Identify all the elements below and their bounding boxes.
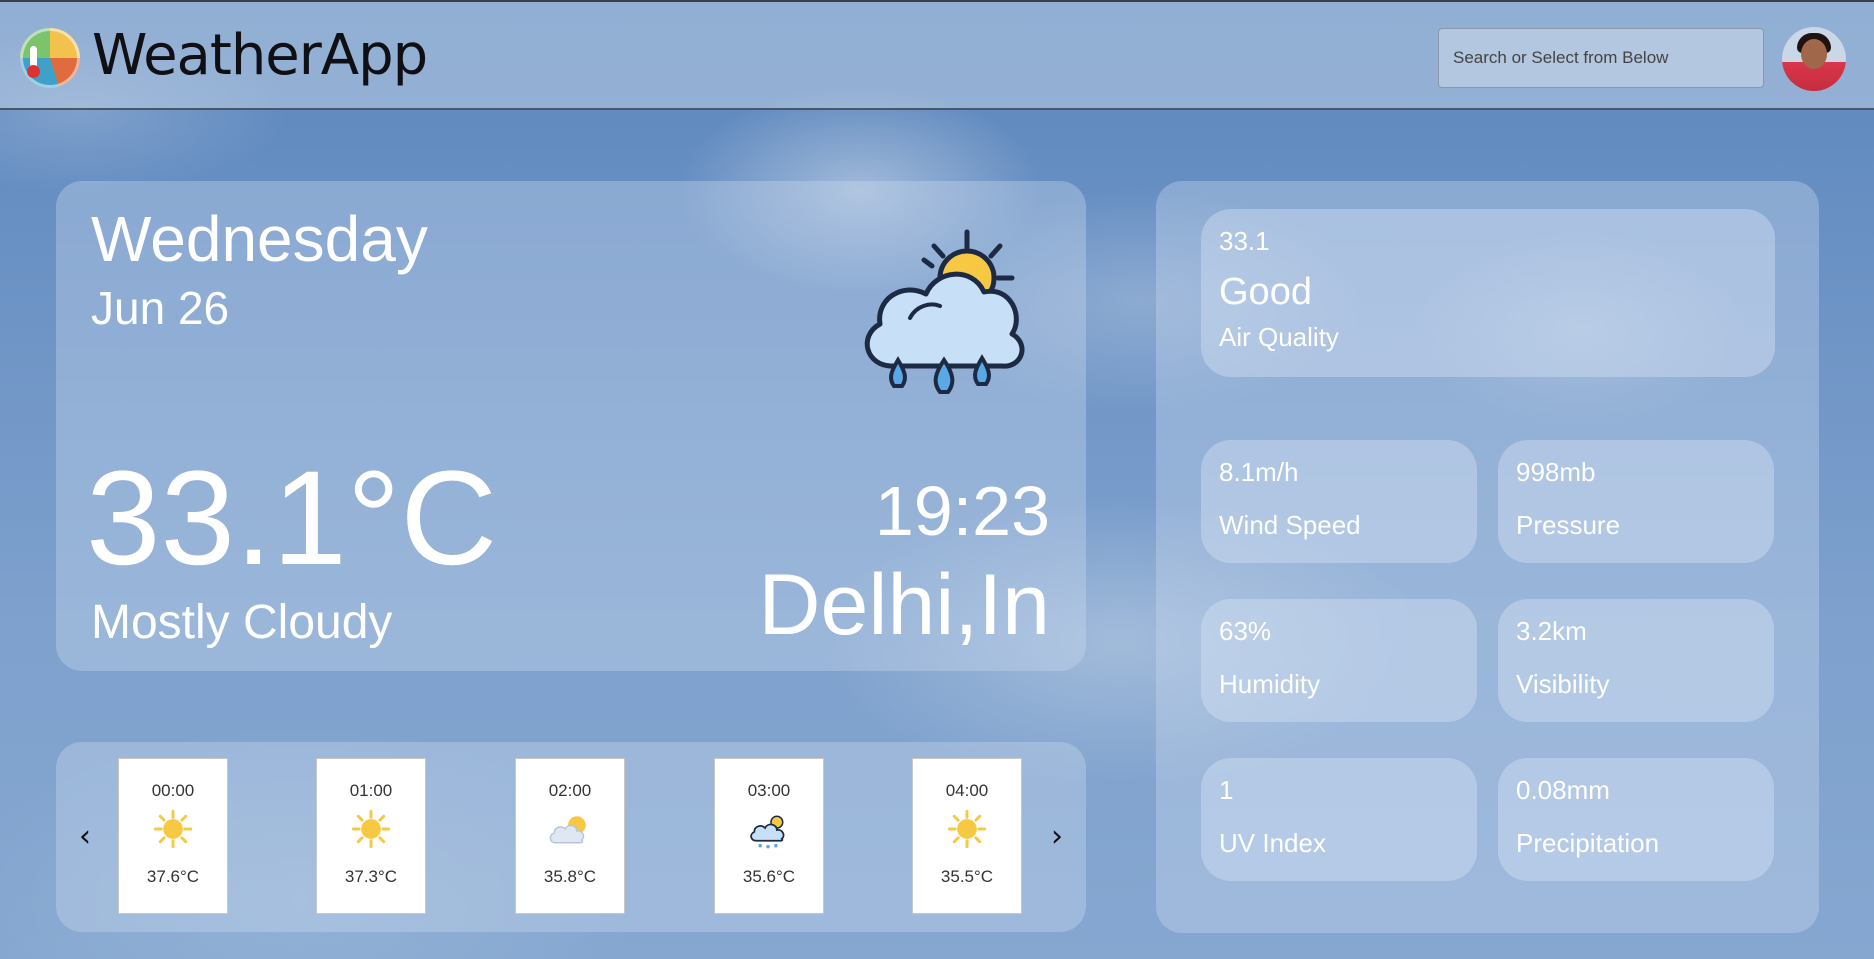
cloud-sun-rain-icon bbox=[750, 815, 785, 849]
current-temperature: 33.1°C bbox=[86, 444, 498, 593]
uv-index-value: 1 bbox=[1219, 775, 1234, 805]
visibility-label: Visibility bbox=[1516, 669, 1610, 699]
hour-temp: 35.5°C bbox=[940, 867, 994, 886]
hour-time: 02:00 bbox=[548, 781, 592, 800]
wind-speed-card: 8.1m/h Wind Speed bbox=[1201, 440, 1477, 563]
humidity-card: 63% Humidity bbox=[1201, 599, 1477, 722]
sun-icon bbox=[351, 809, 391, 849]
wind-speed-value: 8.1m/h bbox=[1219, 457, 1299, 487]
avatar[interactable] bbox=[1782, 27, 1846, 91]
humidity-value: 63% bbox=[1219, 616, 1272, 646]
local-time: 19:23 bbox=[874, 472, 1050, 550]
sun-icon bbox=[947, 809, 987, 849]
air-quality-rating: Good bbox=[1219, 271, 1312, 313]
weather-logo-icon bbox=[20, 28, 80, 88]
visibility-card: 3.2km Visibility bbox=[1498, 599, 1774, 722]
search-input[interactable] bbox=[1438, 28, 1764, 88]
hourly-card[interactable]: 01:00 37.3°C bbox=[316, 758, 426, 914]
hour-time: 01:00 bbox=[349, 781, 393, 800]
hour-temp: 35.6°C bbox=[742, 867, 796, 886]
weather-details-panel: 33.1 Good Air Quality 8.1m/h Wind Speed … bbox=[1156, 181, 1819, 933]
precipitation-card: 0.08mm Precipitation bbox=[1498, 758, 1774, 881]
wind-speed-label: Wind Speed bbox=[1219, 510, 1361, 540]
hourly-card[interactable]: 00:00 37.6°C bbox=[118, 758, 228, 914]
hour-time: 03:00 bbox=[747, 781, 791, 800]
weekday: Wednesday bbox=[91, 203, 428, 275]
current-weather-card: Wednesday Jun 26 33.1°C Mostly Cloudy 19… bbox=[56, 181, 1086, 671]
pressure-card: 998mb Pressure bbox=[1498, 440, 1774, 563]
air-quality-card: 33.1 Good Air Quality bbox=[1201, 209, 1775, 377]
hourly-card[interactable]: 04:00 35.5°C bbox=[912, 758, 1022, 914]
hour-temp: 37.6°C bbox=[146, 867, 200, 886]
pressure-label: Pressure bbox=[1516, 510, 1621, 540]
hour-time: 04:00 bbox=[945, 781, 989, 800]
hour-temp: 35.8°C bbox=[543, 867, 597, 886]
visibility-value: 3.2km bbox=[1516, 616, 1587, 646]
air-quality-value: 33.1 bbox=[1219, 226, 1270, 256]
hour-temp: 37.3°C bbox=[344, 867, 398, 886]
humidity-label: Humidity bbox=[1219, 669, 1321, 699]
cloud-sun-rain-icon bbox=[864, 229, 1025, 394]
hourly-card[interactable]: 02:00 35.8°C bbox=[515, 758, 625, 914]
hour-time: 00:00 bbox=[151, 781, 195, 800]
uv-index-label: UV Index bbox=[1219, 828, 1326, 858]
app-title: WeatherApp bbox=[92, 23, 428, 88]
weather-condition: Mostly Cloudy bbox=[91, 596, 393, 649]
precipitation-value: 0.08mm bbox=[1516, 775, 1610, 805]
location-name: Delhi,In bbox=[758, 557, 1050, 653]
pressure-value: 998mb bbox=[1516, 457, 1596, 487]
date: Jun 26 bbox=[91, 282, 230, 334]
uv-index-card: 1 UV Index bbox=[1201, 758, 1477, 881]
hourly-forecast: ‹ 00:00 37.6°C 01:00 37.3°C 02:00 35.8°C… bbox=[56, 742, 1086, 932]
hourly-card[interactable]: 03:00 35.6°C bbox=[714, 758, 824, 914]
air-quality-label: Air Quality bbox=[1219, 322, 1339, 352]
sun-icon bbox=[153, 809, 193, 849]
partly-cloudy-icon bbox=[549, 816, 586, 844]
top-bar: WeatherApp bbox=[0, 0, 1874, 110]
precipitation-label: Precipitation bbox=[1516, 828, 1660, 858]
prev-arrow-icon[interactable]: ‹ bbox=[70, 822, 100, 852]
next-arrow-icon[interactable]: › bbox=[1042, 822, 1072, 852]
